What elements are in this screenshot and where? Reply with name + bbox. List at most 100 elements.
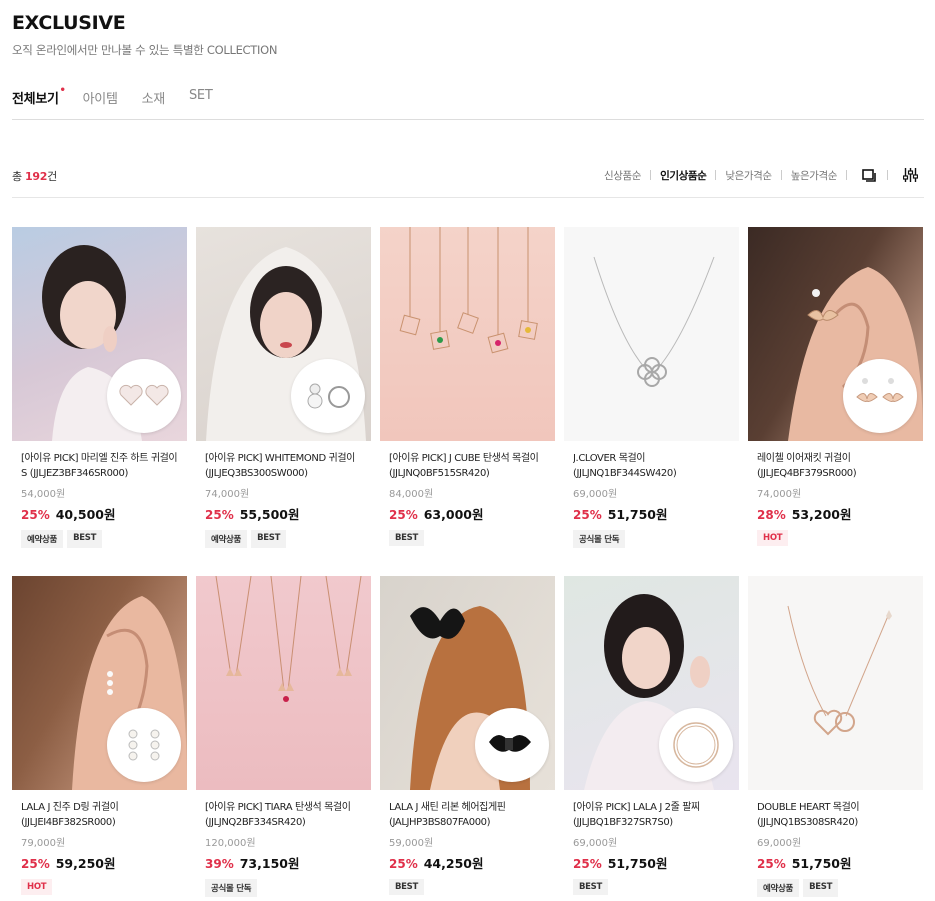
badge-best: BEST: [251, 530, 287, 548]
badge-online-exclusive: 공식몰 단독: [573, 530, 626, 548]
sale-price: 40,500원: [55, 507, 116, 522]
original-price: 54,000원: [21, 489, 66, 500]
original-price: 84,000원: [389, 489, 434, 500]
product-image[interactable]: [564, 576, 739, 790]
filter-sliders-icon[interactable]: [901, 166, 919, 184]
product-card[interactable]: 레이첼 이어재킷 귀걸이 (JJLJEQ4BF379SR000) 74,000원…: [748, 227, 923, 546]
badge-reserve: 예약상품: [757, 879, 800, 897]
sort-divider: [846, 170, 847, 180]
tab-set[interactable]: SET: [189, 88, 213, 107]
sort-newest[interactable]: 신상품순: [604, 168, 641, 183]
product-image[interactable]: [12, 576, 187, 790]
product-name[interactable]: 레이첼 이어재킷 귀걸이 (JJLJEQ4BF379SR000): [757, 451, 914, 481]
product-image[interactable]: [380, 227, 555, 441]
tab-label: 아이템: [82, 92, 118, 107]
badge-reserve: 예약상품: [205, 530, 248, 548]
bracelet-icon: [673, 722, 719, 768]
tab-label: 소재: [141, 92, 166, 107]
product-name[interactable]: [아이유 PICK] 마리엘 진주 하트 귀걸이 S (JJLJEZ3BF346…: [21, 451, 178, 481]
product-card[interactable]: [아이유 PICK] J CUBE 탄생석 목걸이 (JJLJNQ0BF515S…: [380, 227, 555, 546]
sale-price: 63,000원: [423, 507, 484, 522]
badge-best: BEST: [573, 879, 609, 895]
detail-circle: [291, 359, 365, 433]
original-price: 69,000원: [573, 838, 618, 849]
product-name[interactable]: J.CLOVER 목걸이 (JJLJNQ1BF344SW420): [573, 451, 730, 481]
sort-divider: [650, 170, 652, 180]
product-card[interactable]: LALA J 진주 D링 귀걸이 (JJLJEI4BF382SR000) 79,…: [12, 576, 187, 895]
discount-rate: 28%: [757, 508, 786, 522]
badge-online-exclusive: 공식몰 단독: [205, 879, 258, 897]
detail-circle: [659, 708, 733, 782]
product-card[interactable]: J.CLOVER 목걸이 (JJLJNQ1BF344SW420) 69,000원…: [564, 227, 739, 548]
sale-price: 59,250원: [55, 856, 116, 871]
sale-price: 53,200원: [791, 507, 852, 522]
product-name[interactable]: [아이유 PICK] J CUBE 탄생석 목걸이 (JJLJNQ0BF515S…: [389, 451, 546, 481]
product-name[interactable]: LALA J 진주 D링 귀걸이 (JJLJEI4BF382SR000): [21, 800, 178, 830]
tab-items[interactable]: 아이템: [83, 88, 118, 107]
result-count: 총 192건: [12, 170, 57, 183]
ribbon-clip-icon: [489, 735, 531, 752]
page-title: EXCLUSIVE: [12, 12, 126, 34]
sale-price: 55,500원: [239, 507, 300, 522]
sort-popular[interactable]: 인기상품순: [660, 168, 707, 183]
discount-rate: 25%: [205, 508, 234, 522]
view-toggle-icon[interactable]: [860, 166, 878, 184]
product-image[interactable]: [196, 576, 371, 790]
badge-reserve: 예약상품: [21, 530, 64, 548]
badge-best: BEST: [803, 879, 839, 897]
tab-label: SET: [188, 88, 213, 103]
tiara-necklaces-photo: [215, 576, 362, 702]
discount-rate: 25%: [21, 857, 50, 871]
original-price: 74,000원: [205, 489, 250, 500]
discount-rate: 25%: [389, 857, 418, 871]
tabs-divider: [12, 119, 924, 120]
product-image[interactable]: [196, 227, 371, 441]
product-card[interactable]: LALA J 새틴 리본 헤어집게핀 (JALJHP3BS807FA000) 5…: [380, 576, 555, 895]
heart-earring-icon: [119, 384, 169, 406]
detail-circle: [475, 708, 549, 782]
product-card[interactable]: [아이유 PICK] 마리엘 진주 하트 귀걸이 S (JJLJEZ3BF346…: [12, 227, 187, 548]
product-card[interactable]: [아이유 PICK] TIARA 탄생석 목걸이 (JJLJNQ2BF334SR…: [196, 576, 371, 897]
original-price: 74,000원: [757, 489, 802, 500]
discount-rate: 25%: [21, 508, 50, 522]
cube-necklaces-photo: [399, 227, 538, 354]
product-image[interactable]: [12, 227, 187, 441]
double-heart-necklace-photo: [787, 605, 892, 736]
product-name[interactable]: [아이유 PICK] WHITEMOND 귀걸이 (JJLJEQ3BS300SW…: [205, 451, 362, 481]
product-image[interactable]: [564, 227, 739, 441]
page-subtitle: 오직 온라인에서만 만나볼 수 있는 특별한 COLLECTION: [12, 43, 278, 57]
discount-rate: 25%: [757, 857, 786, 871]
product-image[interactable]: [748, 576, 923, 790]
sort-bar: 신상품순 인기상품순 낮은가격순 높은가격순: [604, 166, 919, 184]
original-price: 59,000원: [389, 838, 434, 849]
toolbar-divider: [12, 197, 924, 198]
clover-necklace-photo: [593, 256, 715, 387]
sort-high-price[interactable]: 높은가격순: [791, 168, 838, 183]
tab-material[interactable]: 소재: [141, 88, 166, 107]
original-price: 79,000원: [21, 838, 66, 849]
product-card[interactable]: [아이유 PICK] WHITEMOND 귀걸이 (JJLJEQ3BS300SW…: [196, 227, 371, 548]
original-price: 69,000원: [573, 489, 618, 500]
product-name[interactable]: [아이유 PICK] LALA J 2줄 팔찌 (JJLJBQ1BF327SR7…: [573, 800, 730, 830]
sort-low-price[interactable]: 낮은가격순: [725, 168, 772, 183]
product-image[interactable]: [748, 227, 923, 441]
detail-circle: [107, 708, 181, 782]
original-price: 120,000원: [205, 838, 256, 849]
product-name[interactable]: LALA J 새틴 리본 헤어집게핀 (JALJHP3BS807FA000): [389, 800, 546, 830]
tab-label: 전체보기: [12, 92, 59, 107]
tab-all[interactable]: 전체보기 •: [12, 85, 66, 107]
product-card[interactable]: [아이유 PICK] LALA J 2줄 팔찌 (JJLJBQ1BF327SR7…: [564, 576, 739, 895]
detail-circle: [843, 359, 917, 433]
tools-divider: [887, 170, 888, 180]
badge-best: BEST: [67, 530, 103, 548]
sale-price: 51,750원: [607, 856, 668, 871]
product-name[interactable]: [아이유 PICK] TIARA 탄생석 목걸이 (JJLJNQ2BF334SR…: [205, 800, 362, 830]
result-count-number: 192: [25, 170, 48, 183]
discount-rate: 25%: [389, 508, 418, 522]
ribbon-earring-icon: [856, 378, 904, 402]
product-name[interactable]: DOUBLE HEART 목걸이 (JJLJNQ1BS308SR420): [757, 800, 914, 830]
pearl-earring-icon: [128, 729, 160, 761]
product-card[interactable]: DOUBLE HEART 목걸이 (JJLJNQ1BS308SR420) 69,…: [748, 576, 923, 897]
product-image[interactable]: [380, 576, 555, 790]
category-tabs: 전체보기 • 아이템 소재 SET: [12, 85, 236, 107]
